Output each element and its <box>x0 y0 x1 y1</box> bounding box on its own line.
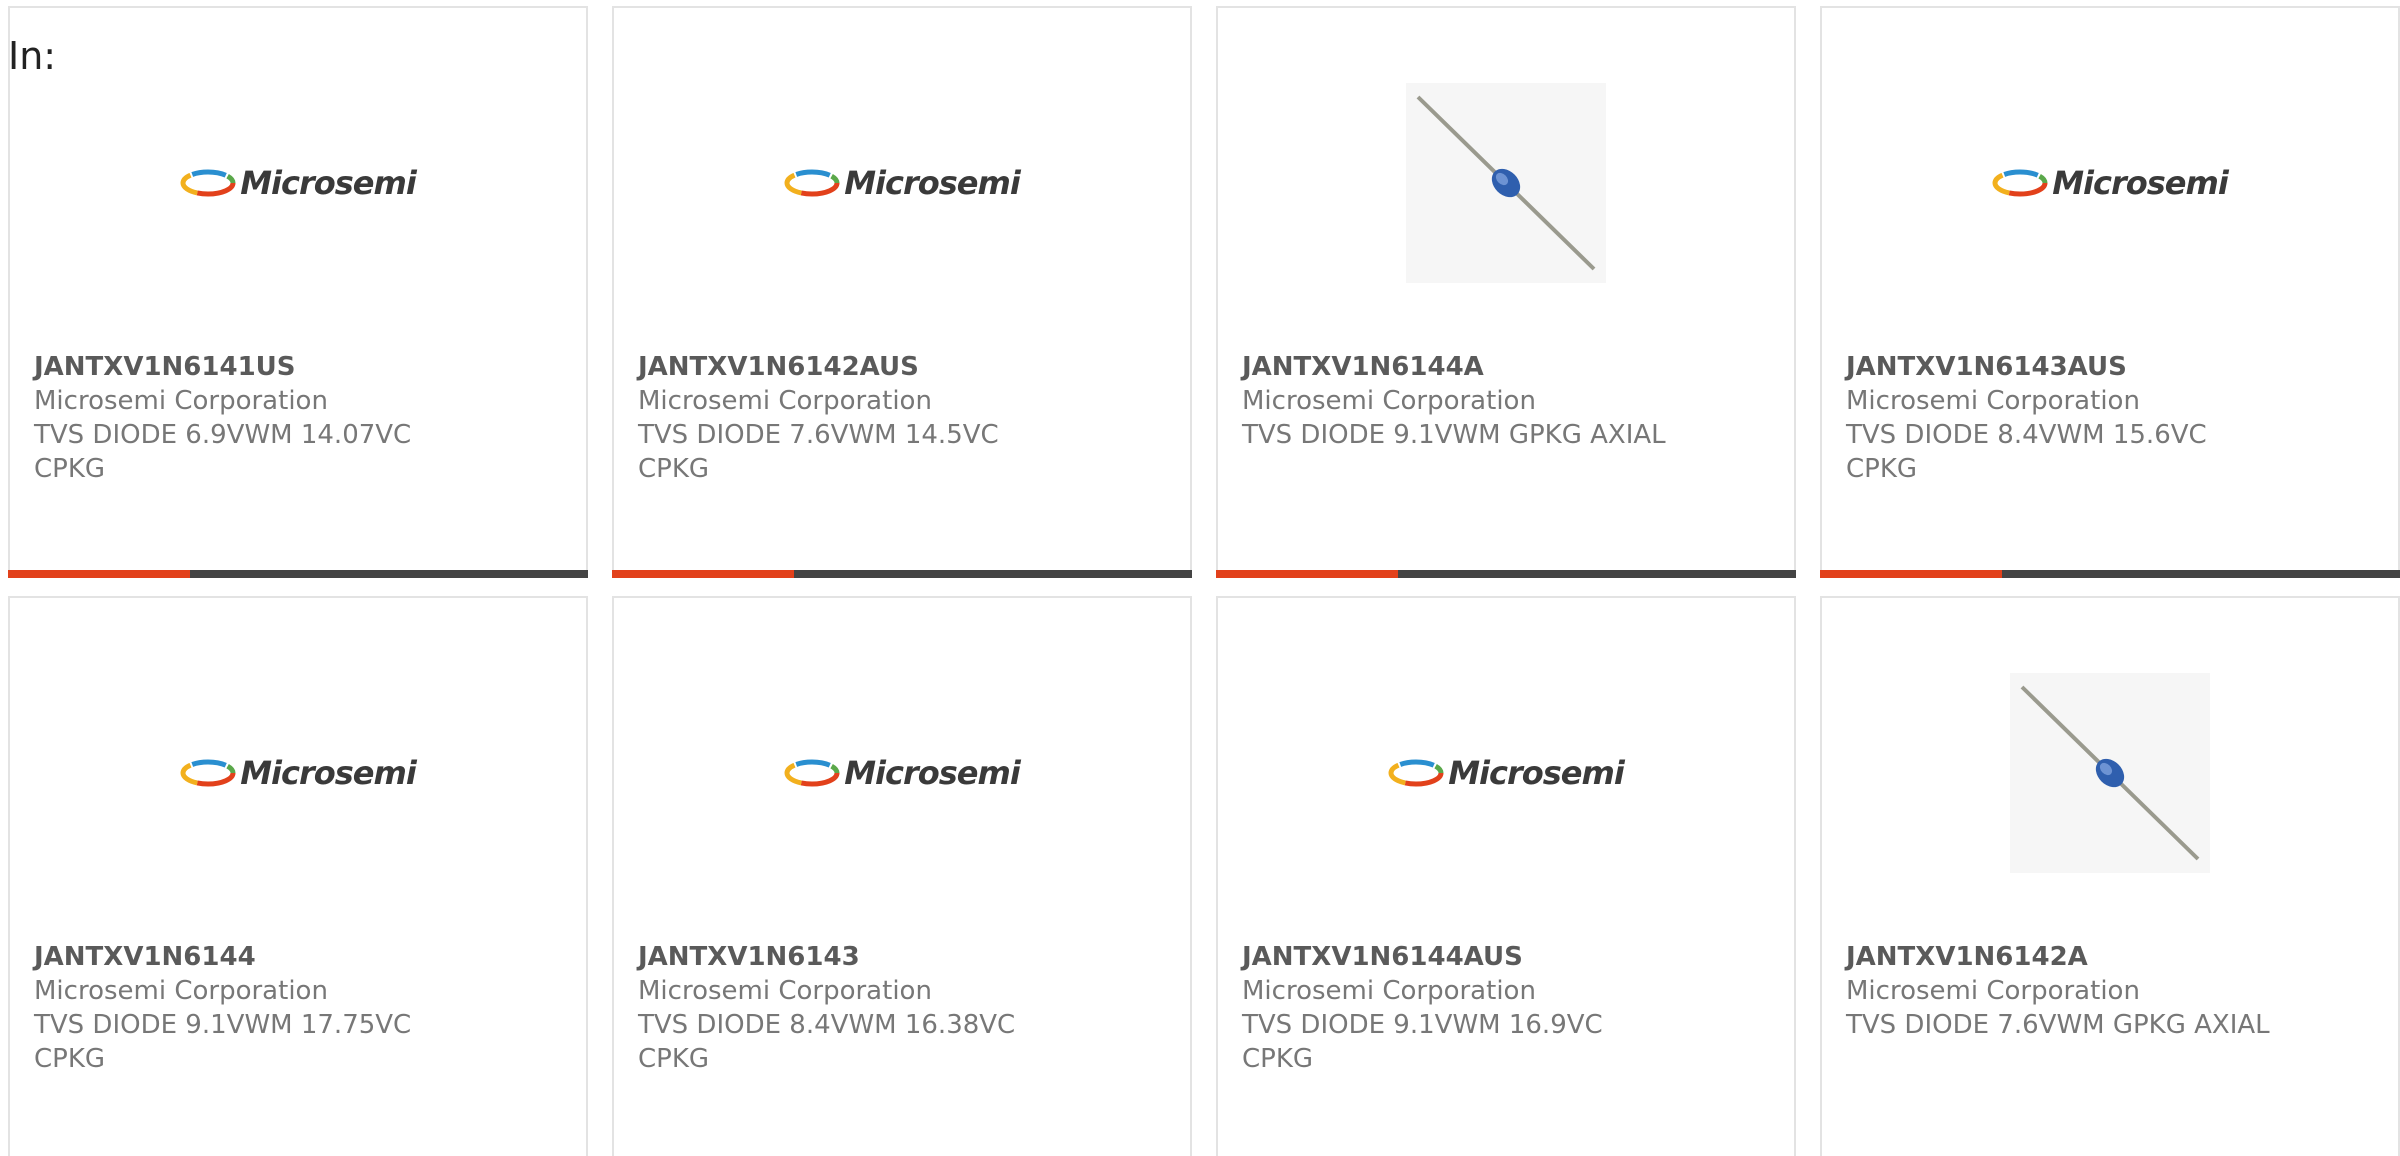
product-image: Microsemi <box>10 648 586 898</box>
product-card[interactable]: Microsemi JANTXV1N6143AUS Microsemi Corp… <box>1820 6 2400 578</box>
part-number[interactable]: JANTXV1N6142AUS <box>638 350 1166 384</box>
microsemi-swirl-icon <box>784 169 840 197</box>
product-grid-page: In: Microsemi JANTXV1N6141US Microsemi C… <box>0 0 2400 1156</box>
part-number[interactable]: JANTXV1N6144 <box>34 940 562 974</box>
part-number[interactable]: JANTXV1N6143AUS <box>1846 350 2374 384</box>
manufacturer: Microsemi Corporation <box>1846 976 2140 1006</box>
product-image: Microsemi <box>614 58 1190 308</box>
axial-diode-photo <box>2010 673 2210 873</box>
card-bottom-bar <box>1216 570 1796 578</box>
product-card[interactable]: Microsemi JANTXV1N6144AUS Microsemi Corp… <box>1216 596 1796 1156</box>
manufacturer: Microsemi Corporation <box>1242 976 1536 1006</box>
microsemi-logo: Microsemi <box>180 754 417 792</box>
microsemi-logo: Microsemi <box>180 164 417 202</box>
axial-diode-icon <box>2020 685 2200 861</box>
description: TVS DIODE 7.6VWM GPKG AXIAL <box>1846 1010 2270 1040</box>
card-accent-bar <box>1216 570 1398 578</box>
card-accent-bar <box>1820 570 2002 578</box>
description: TVS DIODE 8.4VWM 16.38VC CPKG <box>638 1010 1016 1074</box>
product-card[interactable]: Microsemi JANTXV1N6144 Microsemi Corpora… <box>8 596 588 1156</box>
description: TVS DIODE 8.4VWM 15.6VC CPKG <box>1846 420 2207 484</box>
product-image: Microsemi <box>614 648 1190 898</box>
part-number[interactable]: JANTXV1N6143 <box>638 940 1166 974</box>
product-card[interactable]: Microsemi JANTXV1N6142AUS Microsemi Corp… <box>612 6 1192 578</box>
part-number[interactable]: JANTXV1N6144AUS <box>1242 940 1770 974</box>
manufacturer: Microsemi Corporation <box>34 386 328 416</box>
microsemi-swirl-icon <box>180 759 236 787</box>
description: TVS DIODE 7.6VWM 14.5VC CPKG <box>638 420 999 484</box>
microsemi-logo: Microsemi <box>784 164 1021 202</box>
product-image <box>1218 58 1794 308</box>
axial-diode-icon <box>1416 95 1596 271</box>
part-number[interactable]: JANTXV1N6141US <box>34 350 562 384</box>
part-number[interactable]: JANTXV1N6142A <box>1846 940 2374 974</box>
manufacturer: Microsemi Corporation <box>1242 386 1536 416</box>
product-image <box>1822 648 2398 898</box>
axial-diode-photo <box>1406 83 1606 283</box>
logo-wordmark: Microsemi <box>844 164 1021 202</box>
logo-wordmark: Microsemi <box>240 164 417 202</box>
microsemi-swirl-icon <box>1388 759 1444 787</box>
manufacturer: Microsemi Corporation <box>1846 386 2140 416</box>
card-bottom-bar <box>612 570 1192 578</box>
manufacturer: Microsemi Corporation <box>34 976 328 1006</box>
card-accent-bar <box>612 570 794 578</box>
microsemi-swirl-icon <box>180 169 236 197</box>
product-card[interactable]: JANTXV1N6142A Microsemi Corporation TVS … <box>1820 596 2400 1156</box>
part-number[interactable]: JANTXV1N6144A <box>1242 350 1770 384</box>
card-accent-bar <box>8 570 190 578</box>
logo-wordmark: Microsemi <box>844 754 1021 792</box>
card-bottom-bar <box>8 570 588 578</box>
microsemi-swirl-icon <box>784 759 840 787</box>
description: TVS DIODE 9.1VWM GPKG AXIAL <box>1242 420 1666 450</box>
logo-wordmark: Microsemi <box>2052 164 2229 202</box>
microsemi-swirl-icon <box>1992 169 2048 197</box>
description: TVS DIODE 6.9VWM 14.07VC CPKG <box>34 420 412 484</box>
microsemi-logo: Microsemi <box>1992 164 2229 202</box>
product-image: Microsemi <box>10 58 586 308</box>
description: TVS DIODE 9.1VWM 17.75VC CPKG <box>34 1010 412 1074</box>
in-label: In: <box>8 34 57 78</box>
product-card[interactable]: JANTXV1N6144A Microsemi Corporation TVS … <box>1216 6 1796 578</box>
logo-wordmark: Microsemi <box>240 754 417 792</box>
manufacturer: Microsemi Corporation <box>638 386 932 416</box>
card-bottom-bar <box>1820 570 2400 578</box>
logo-wordmark: Microsemi <box>1448 754 1625 792</box>
product-card[interactable]: Microsemi JANTXV1N6143 Microsemi Corpora… <box>612 596 1192 1156</box>
microsemi-logo: Microsemi <box>784 754 1021 792</box>
product-card[interactable]: Microsemi JANTXV1N6141US Microsemi Corpo… <box>8 6 588 578</box>
product-image: Microsemi <box>1822 58 2398 308</box>
product-image: Microsemi <box>1218 648 1794 898</box>
microsemi-logo: Microsemi <box>1388 754 1625 792</box>
manufacturer: Microsemi Corporation <box>638 976 932 1006</box>
description: TVS DIODE 9.1VWM 16.9VC CPKG <box>1242 1010 1603 1074</box>
